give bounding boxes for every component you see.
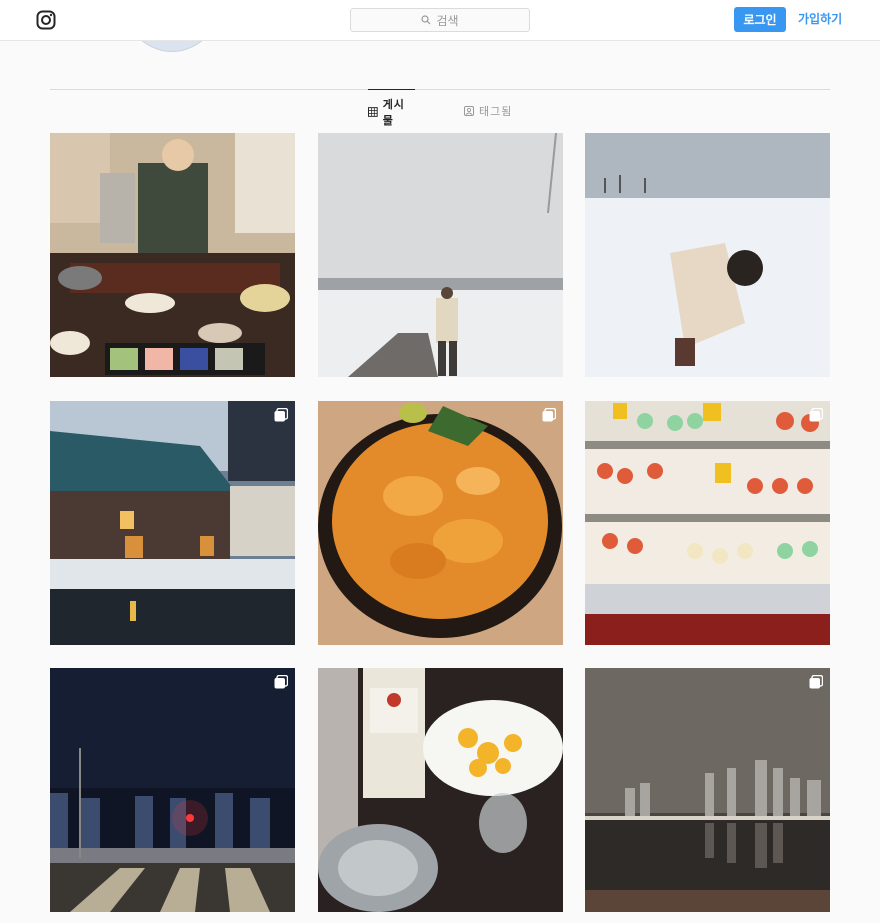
grid-icon [368, 106, 378, 117]
multiple-photos-icon [274, 675, 288, 689]
post-photo [318, 668, 563, 912]
post-photo [585, 133, 830, 377]
post-thumbnail[interactable] [318, 668, 563, 912]
post-thumbnail[interactable] [318, 401, 563, 645]
top-nav: 검색 로그인 가입하기 [0, 0, 880, 41]
tab-posts-label: 게시물 [382, 97, 405, 127]
tab-tagged-label: 태그됨 [479, 105, 513, 118]
post-thumbnail[interactable] [50, 668, 295, 912]
post-photo [50, 668, 295, 912]
multiple-photos-icon [274, 408, 288, 422]
post-thumbnail[interactable] [318, 133, 563, 377]
multiple-photos-icon [809, 675, 823, 689]
post-thumbnail[interactable] [585, 133, 830, 377]
post-photo [585, 668, 830, 912]
post-thumbnail[interactable] [50, 133, 295, 377]
signup-link[interactable]: 가입하기 [798, 10, 842, 27]
post-thumbnail[interactable] [50, 401, 295, 645]
search-placeholder: 검색 [436, 13, 459, 28]
post-photo [318, 401, 563, 645]
post-photo [318, 133, 563, 377]
post-thumbnail[interactable] [585, 401, 830, 645]
login-button[interactable]: 로그인 [734, 7, 786, 32]
search-input[interactable]: 검색 [350, 8, 530, 32]
post-photo [50, 401, 295, 645]
tagged-icon [464, 106, 474, 116]
instagram-icon[interactable] [36, 10, 56, 30]
post-photo [50, 133, 295, 377]
post-thumbnail[interactable] [585, 668, 830, 912]
multiple-photos-icon [542, 408, 556, 422]
post-photo [585, 401, 830, 645]
multiple-photos-icon [809, 408, 823, 422]
search-icon [421, 15, 431, 25]
tab-divider [50, 89, 830, 90]
tab-posts[interactable]: 게시물 [368, 89, 415, 133]
tab-tagged[interactable]: 태그됨 [464, 89, 512, 133]
